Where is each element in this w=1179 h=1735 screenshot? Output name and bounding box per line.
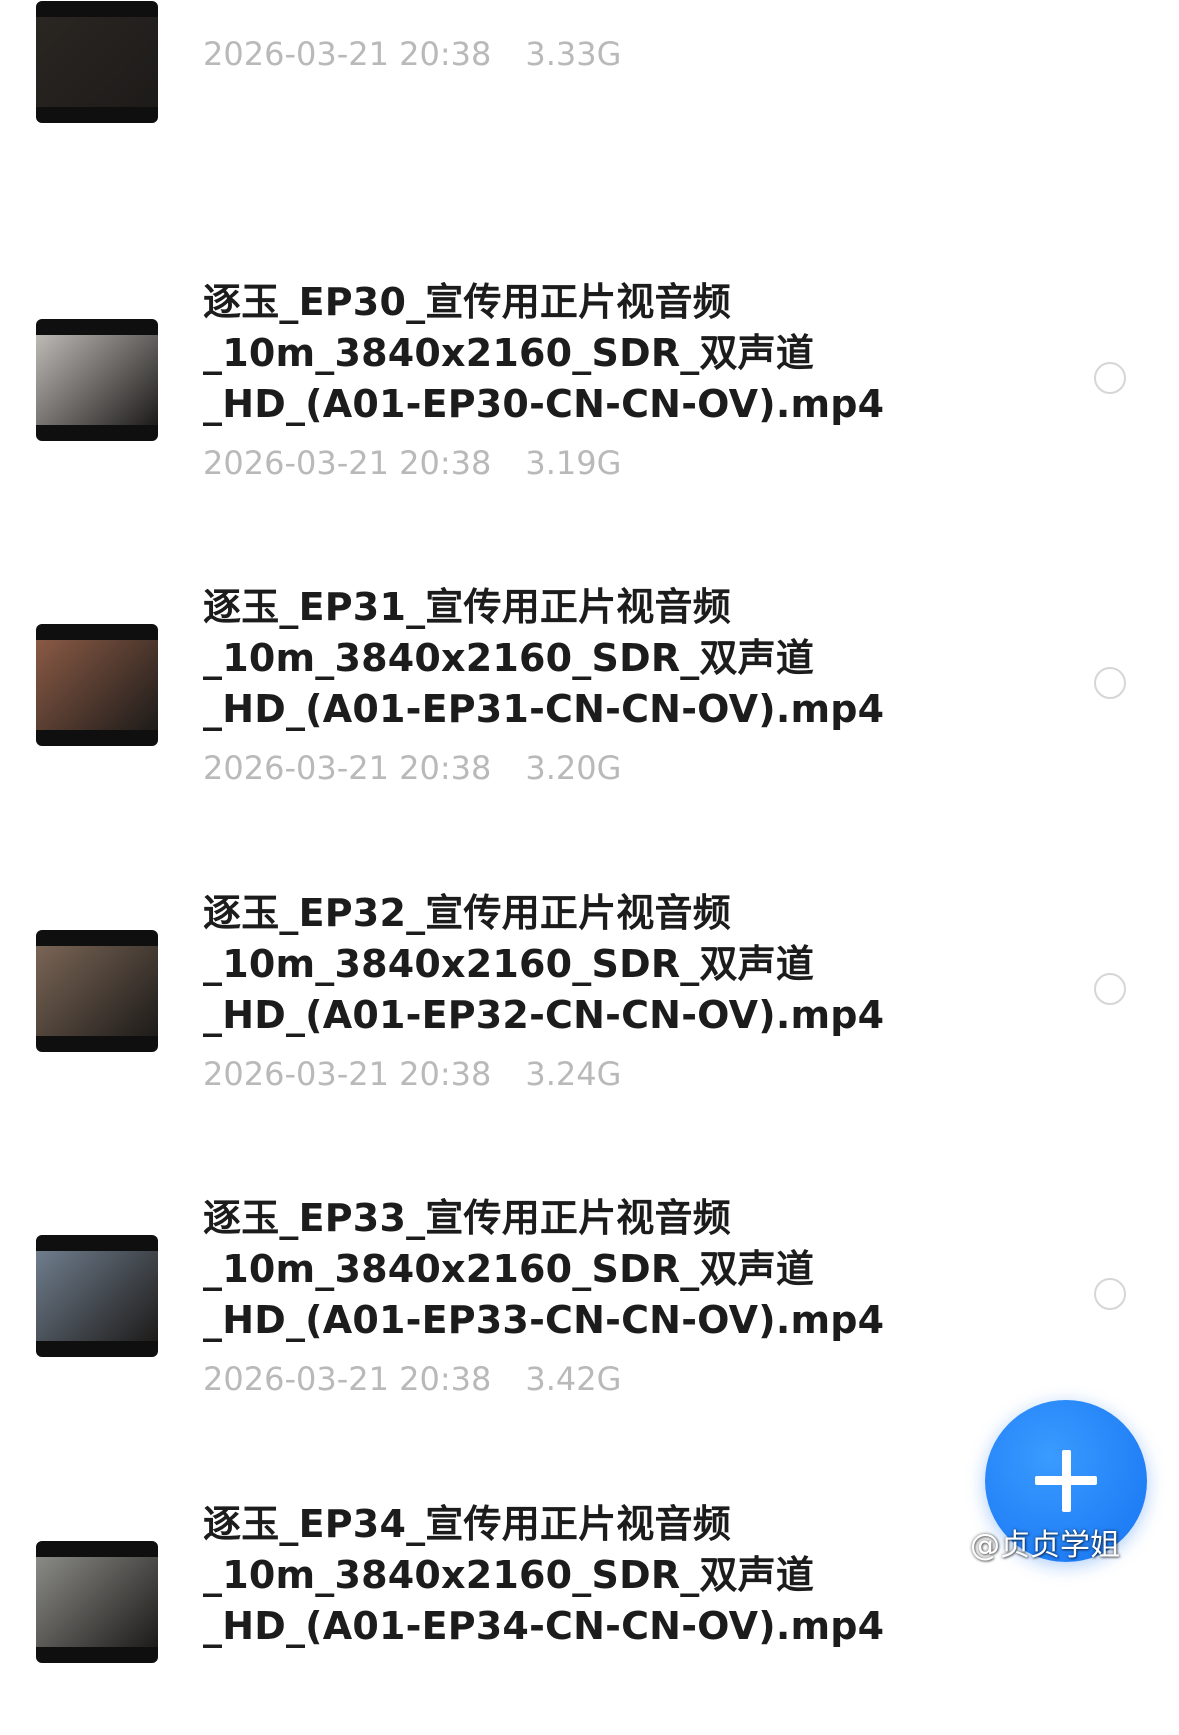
file-name: 逐玉_EP31_宣传用正片视音频 _10m_3840x2160_SDR_双声道 _H… (203, 582, 963, 735)
file-name: 逐玉_EP34_宣传用正片视音频 _10m_3840x2160_SDR_双声道 _H… (203, 1499, 963, 1652)
file-name-line: 逐玉_EP32_宣传用正片视音频 (203, 890, 731, 935)
select-radio[interactable] (1094, 1278, 1126, 1311)
file-meta: 2026-03-21 20:38 3.42G (203, 1359, 621, 1399)
file-name-line: _HD_(A01-EP31-CN-CN-OV).mp4 (203, 687, 885, 732)
file-size: 3.42G (525, 1360, 622, 1399)
thumbnail-frame (36, 945, 158, 1036)
file-date: 2026-03-21 20:38 (203, 1054, 492, 1093)
file-list: _HD_(A01-EP29-CN-CN-OV).mp4 2026-03-21 20… (0, 0, 1179, 1663)
video-thumbnail (36, 929, 158, 1052)
video-thumbnail (36, 1, 158, 123)
select-radio[interactable] (1094, 972, 1126, 1005)
file-name: 逐玉_EP30_宣传用正片视音频 _10m_3840x2160_SDR_双声道 _H… (203, 277, 963, 430)
file-date: 2026-03-21 20:38 (203, 443, 492, 482)
file-row[interactable]: 逐玉_EP33_宣传用正片视音频 _10m_3840x2160_SDR_双声道 _H… (0, 1123, 1179, 1429)
file-name-line: _10m_3840x2160_SDR_双声道 (203, 941, 815, 986)
file-size: 3.20G (525, 749, 622, 788)
video-thumbnail (36, 1541, 158, 1663)
video-thumbnail (36, 1235, 158, 1358)
thumbnail-frame (36, 640, 158, 731)
select-radio[interactable] (1094, 361, 1126, 394)
file-size: 3.33G (525, 35, 622, 73)
thumbnail-frame (36, 17, 158, 107)
file-name-line: _HD_(A01-EP32-CN-CN-OV).mp4 (203, 992, 885, 1037)
file-row[interactable]: 逐玉_EP32_宣传用正片视音频 _10m_3840x2160_SDR_双声道 _H… (0, 818, 1179, 1124)
thumbnail-frame (36, 1251, 158, 1342)
file-name-line: _HD_(A01-EP29-CN-CN-OV).mp4 (203, 0, 963, 1)
file-name: 逐玉_EP32_宣传用正片视音频 _10m_3840x2160_SDR_双声道 _H… (203, 888, 963, 1041)
video-thumbnail (36, 318, 158, 441)
file-name-line: 逐玉_EP34_宣传用正片视音频 (203, 1502, 731, 1546)
file-name-line: 逐玉_EP31_宣传用正片视音频 (203, 585, 731, 630)
watermark: @贞贞学姐 (970, 1528, 1120, 1563)
file-row[interactable]: _HD_(A01-EP29-CN-CN-OV).mp4 2026-03-21 20… (0, 0, 1179, 207)
file-meta: 2026-03-21 20:38 3.24G (203, 1054, 621, 1094)
thumbnail-frame (36, 334, 158, 425)
file-row[interactable]: 逐玉_EP30_宣传用正片视音频 _10m_3840x2160_SDR_双声道 _H… (0, 207, 1179, 513)
file-meta (203, 1665, 237, 1705)
file-name-line: _HD_(A01-EP34-CN-CN-OV).mp4 (203, 1604, 885, 1648)
file-date: 2026-03-21 20:38 (203, 1360, 492, 1399)
file-meta: 2026-03-21 20:38 3.20G (203, 748, 621, 788)
file-row[interactable]: 逐玉_EP31_宣传用正片视音频 _10m_3840x2160_SDR_双声道 _H… (0, 512, 1179, 818)
file-name-line: _HD_(A01-EP30-CN-CN-OV).mp4 (203, 381, 885, 426)
file-name: 逐玉_EP33_宣传用正片视音频 _10m_3840x2160_SDR_双声道 _H… (203, 1193, 963, 1346)
file-name: _HD_(A01-EP29-CN-CN-OV).mp4 (203, 0, 963, 1)
select-radio[interactable] (1094, 667, 1126, 700)
thumbnail-frame (36, 1557, 158, 1647)
file-size: 3.19G (525, 443, 622, 482)
file-size: 3.24G (525, 1054, 622, 1093)
file-name-line: _10m_3840x2160_SDR_双声道 (203, 636, 815, 681)
file-name-line: _HD_(A01-EP33-CN-CN-OV).mp4 (203, 1298, 885, 1343)
file-name-line: _10m_3840x2160_SDR_双声道 (203, 330, 815, 375)
file-name-line: _10m_3840x2160_SDR_双声道 (203, 1553, 815, 1597)
video-thumbnail (36, 624, 158, 747)
file-date: 2026-03-21 20:38 (203, 35, 492, 73)
file-name-line: 逐玉_EP30_宣传用正片视音频 (203, 279, 731, 324)
file-name-line: _10m_3840x2160_SDR_双声道 (203, 1247, 815, 1292)
file-meta: 2026-03-21 20:38 3.19G (203, 443, 621, 483)
file-meta: 2026-03-21 20:38 3.33G (203, 34, 621, 74)
file-date: 2026-03-21 20:38 (203, 749, 492, 788)
file-name-line: 逐玉_EP33_宣传用正片视音频 (203, 1196, 731, 1241)
